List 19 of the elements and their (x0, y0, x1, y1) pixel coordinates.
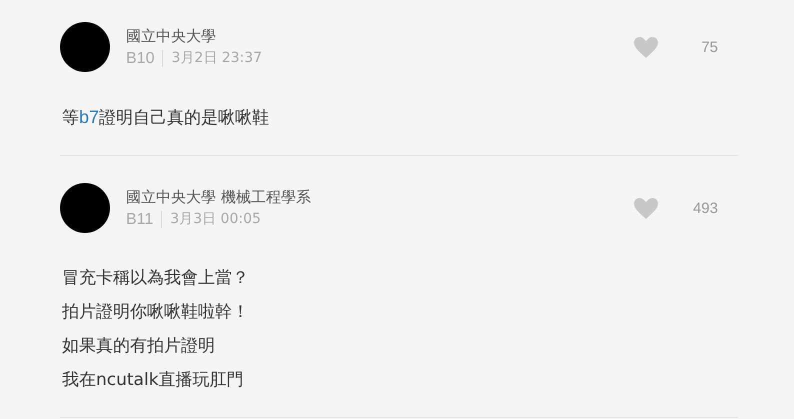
heart-icon[interactable] (634, 198, 658, 218)
author-name: 國立中央大學 (126, 27, 217, 46)
post-time: 3月3日 00:05 (169, 210, 261, 228)
heart-icon[interactable] (634, 36, 658, 58)
comment-text: 證明自己真的是啾啾鞋 (99, 108, 270, 128)
comment-text: 拍片證明你啾啾鞋啦幹！ (62, 302, 249, 322)
avatar (60, 22, 110, 72)
comment-text: 我在ncutalk直播玩肛門 (62, 370, 244, 390)
floor-number: B10 (126, 50, 164, 66)
post-time: 3月2日 23:37 (170, 49, 262, 67)
like-count: 493 (692, 200, 718, 216)
avatar (60, 183, 110, 233)
author-name: 國立中央大學 機械工程學系 (126, 188, 312, 207)
comment-text: 等 (62, 108, 79, 128)
floor-number: B11 (126, 210, 162, 228)
comment-text: 冒充卡稱以為我會上當？ (62, 268, 249, 288)
floor-link[interactable]: b7 (79, 107, 100, 127)
comment-text: 如果真的有拍片證明 (62, 336, 215, 356)
like-count: 75 (701, 38, 718, 56)
